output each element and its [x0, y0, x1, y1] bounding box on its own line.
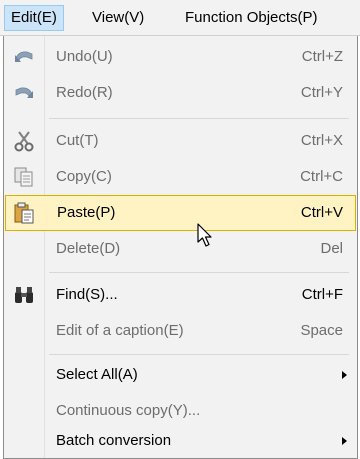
redo-icon — [13, 82, 35, 104]
menu-item-label: Edit of a caption(E) — [56, 322, 184, 339]
menu-item-cut[interactable]: Cut(T) Ctrl+X — [5, 123, 356, 159]
submenu-arrow-icon — [342, 371, 347, 379]
menu-item-label: Select All(A) — [56, 366, 138, 383]
undo-icon — [13, 46, 35, 68]
menu-item-label: Cut(T) — [56, 132, 99, 149]
menu-item-shortcut: Ctrl+F — [301, 286, 343, 303]
menu-item-label: Redo(R) — [56, 84, 113, 101]
menu-item-shortcut: Ctrl+V — [300, 204, 343, 221]
submenu-arrow-icon — [342, 437, 347, 445]
menu-item-label: Undo(U) — [56, 48, 113, 65]
menu-item-select-all[interactable]: Select All(A) — [5, 357, 356, 393]
menu-edit[interactable]: Edit(E) — [4, 5, 64, 31]
menu-view[interactable]: View(V) — [86, 5, 150, 31]
menu-item-label: Find(S)... — [56, 286, 118, 303]
paste-icon — [13, 202, 35, 224]
menu-function-objects[interactable]: Function Objects(P) — [179, 5, 324, 31]
menu-item-label: Paste(P) — [57, 204, 116, 221]
menu-item-undo[interactable]: Undo(U) Ctrl+Z — [5, 39, 356, 75]
menu-item-label: Delete(D) — [56, 240, 121, 257]
edit-dropdown-menu: Undo(U) Ctrl+Z Redo(R) Ctrl+Y Cut(T) Ctr… — [3, 36, 358, 459]
menu-item-shortcut: Ctrl+Z — [301, 48, 343, 65]
binoculars-icon — [13, 284, 35, 306]
menu-separator — [49, 272, 349, 273]
menu-item-edit-caption[interactable]: Edit of a caption(E) Space — [5, 313, 356, 349]
menu-item-shortcut: Ctrl+C — [300, 168, 343, 185]
scissors-icon — [13, 130, 35, 152]
menu-separator — [49, 118, 349, 119]
menu-separator — [49, 354, 349, 355]
copy-icon — [13, 166, 35, 188]
menu-item-shortcut: Space — [300, 322, 343, 339]
menu-item-find[interactable]: Find(S)... Ctrl+F — [5, 277, 356, 313]
menu-item-shortcut: Del — [320, 240, 343, 257]
menu-bar: Edit(E) View(V) Function Objects(P) — [0, 0, 360, 36]
menu-item-shortcut: Ctrl+X — [300, 132, 343, 149]
menu-item-batch-conversion[interactable]: Batch conversion — [5, 423, 356, 459]
menu-item-delete[interactable]: Delete(D) Del — [5, 231, 356, 267]
menu-item-paste[interactable]: Paste(P) Ctrl+V — [5, 195, 356, 231]
menu-item-label: Copy(C) — [56, 168, 112, 185]
menu-item-label: Batch conversion — [56, 432, 172, 449]
menu-item-redo[interactable]: Redo(R) Ctrl+Y — [5, 75, 356, 111]
menu-item-shortcut: Ctrl+Y — [300, 84, 343, 101]
mouse-pointer-icon — [197, 223, 217, 249]
menu-item-copy[interactable]: Copy(C) Ctrl+C — [5, 159, 356, 195]
